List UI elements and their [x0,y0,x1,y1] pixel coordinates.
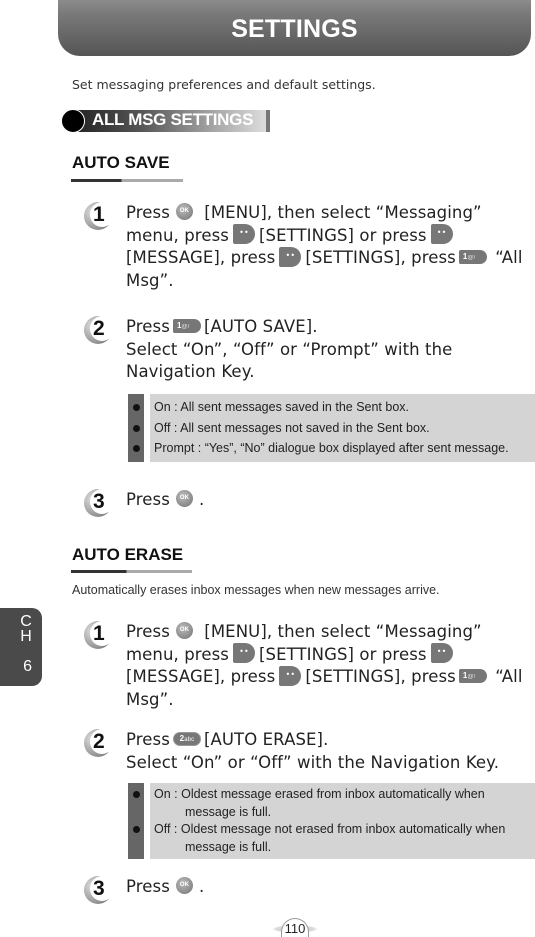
auto-erase-description: Automatically erases inbox messages when… [72,583,440,597]
auto-erase-heading: AUTO ERASE [72,545,184,564]
bullet-icon [133,826,140,833]
bullet-icon [133,424,140,432]
key-2-icon: 2abc [172,731,201,746]
chapter-label: CH [20,613,32,645]
step-text: Press OK. [126,877,205,896]
soft-key-icon: •• [279,665,302,686]
bullet-icon [133,791,140,798]
ok-key-icon: OK [175,622,193,639]
section-banner: ALL MSG SETTINGS [61,108,272,134]
key-1-icon: 1@/ [458,668,487,683]
step-text: Press OK [MENU], then select “Messaging” … [126,622,523,709]
chapter-number: 6 [23,658,32,675]
option-on: On : Oldest message erased from inbox au… [133,786,535,821]
auto-erase-step-2: 2 Press 2abc [AUTO ERASE]. Select “On” or … [84,729,524,774]
soft-key-icon: •• [279,246,302,267]
soft-key-icon: •• [430,643,453,663]
step-number-badge: 1 [84,202,114,230]
key-1-icon: 1@/ [172,318,201,333]
step-number-badge: 2 [84,729,114,757]
soft-key-icon: •• [430,224,453,244]
page-number: 110 [272,918,318,937]
auto-erase-underline [71,570,192,573]
step-number-badge: 3 [84,876,114,904]
step-text: Press OK. [126,490,205,509]
chapter-tab: CH 6 [0,608,42,686]
auto-erase-step-1: 1 Press OK [MENU], then select “Messaging… [84,621,524,711]
soft-key-icon: •• [232,224,255,244]
page-title: SETTINGS [231,15,358,43]
auto-save-step-1: 1 Press OK [MENU], then select “Messaging… [84,202,524,292]
step-text: Press OK [MENU], then select “Messaging” … [126,203,523,290]
option-off: Off : Oldest message not erased from inb… [133,821,535,856]
auto-erase-step-3: 3 Press OK. [84,876,524,904]
header-banner: SETTINGS [58,0,531,56]
auto-save-step-3: 3 Press OK. [84,489,524,517]
section-dot-icon [61,109,85,133]
option-prompt: Prompt : “Yes”, “No” dialogue box displa… [133,438,535,459]
option-off: Off : All sent messages not saved in the… [133,418,535,439]
soft-key-icon: •• [232,643,255,663]
step-number-badge: 2 [84,316,114,344]
auto-save-options-box: On : All sent messages saved in the Sent… [128,394,535,462]
step-text: Press 1@/[AUTO SAVE]. Select “On”, “Off” … [126,317,453,381]
step-number-badge: 1 [84,621,114,649]
option-on: On : All sent messages saved in the Sent… [133,397,535,418]
step-number-badge: 3 [84,489,114,517]
bullet-icon [133,445,140,452]
step-text: Press 2abc [AUTO ERASE]. Select “On” or “O… [126,730,500,772]
auto-save-heading: AUTO SAVE [72,153,170,172]
section-title: ALL MSG SETTINGS [92,110,254,129]
auto-save-step-2: 2 Press 1@/[AUTO SAVE]. Select “On”, “Off… [84,316,524,384]
key-1-icon: 1@/ [458,249,487,264]
ok-key-icon: OK [175,203,193,220]
auto-erase-options-box: On : Oldest message erased from inbox au… [128,783,535,859]
ok-key-icon: OK [175,877,193,894]
bullet-icon [133,404,140,411]
intro-text: Set messaging preferences and default se… [72,77,376,92]
ok-key-icon: OK [175,490,193,507]
auto-save-underline [71,179,183,182]
